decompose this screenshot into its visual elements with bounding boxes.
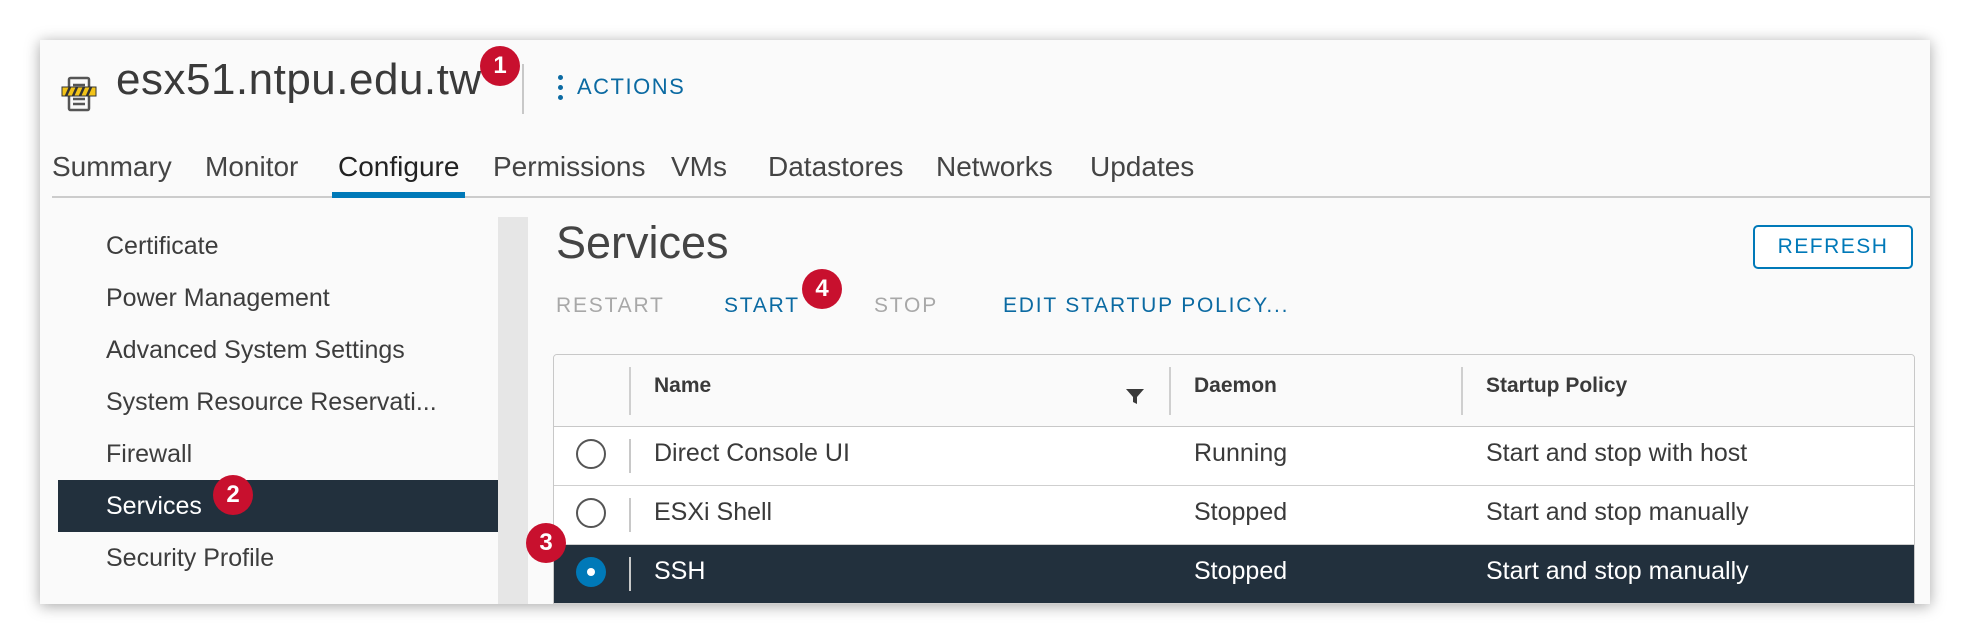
configure-sidebar: Certificate Power Management Advanced Sy…: [58, 220, 498, 584]
column-resize-handle[interactable]: [1461, 367, 1463, 415]
tab-permissions[interactable]: Permissions: [493, 148, 645, 196]
row-divider: [629, 498, 631, 532]
restart-button[interactable]: RESTART: [556, 294, 665, 318]
table-row[interactable]: ESXi Shell Stopped Start and stop manual…: [554, 486, 1914, 545]
filter-icon[interactable]: [1124, 385, 1146, 407]
service-name: SSH: [654, 557, 706, 585]
tab-datastores[interactable]: Datastores: [768, 148, 903, 196]
page-title: Services: [556, 217, 729, 268]
sidebar-item-power-management[interactable]: Power Management: [58, 272, 498, 324]
tab-networks[interactable]: Networks: [936, 148, 1053, 196]
service-startup-policy: Start and stop manually: [1486, 557, 1749, 585]
service-startup-policy: Start and stop manually: [1486, 498, 1749, 526]
tab-monitor[interactable]: Monitor: [205, 148, 298, 196]
table-row[interactable]: Direct Console UI Running Start and stop…: [554, 427, 1914, 486]
service-name: Direct Console UI: [654, 439, 850, 467]
row-divider: [629, 557, 631, 591]
stop-button[interactable]: STOP: [874, 294, 938, 318]
actions-label: ACTIONS: [577, 74, 686, 99]
edit-startup-policy-button[interactable]: EDIT STARTUP POLICY...: [1003, 294, 1289, 318]
service-startup-policy: Start and stop with host: [1486, 439, 1748, 467]
tab-vms[interactable]: VMs: [671, 148, 727, 196]
column-header-name[interactable]: Name: [654, 355, 711, 426]
sidebar-item-advanced-system-settings[interactable]: Advanced System Settings: [58, 324, 498, 376]
row-radio-button[interactable]: [576, 498, 606, 528]
service-daemon-status: Stopped: [1194, 498, 1288, 526]
sidebar-scrollbar[interactable]: [498, 217, 528, 604]
callout-badge-4: 4: [802, 269, 842, 309]
callout-badge-3: 3: [526, 523, 566, 563]
callout-badge-2: 2: [213, 475, 253, 515]
kebab-menu-icon: [558, 74, 563, 100]
column-header-startup-policy[interactable]: Startup Policy: [1486, 355, 1627, 426]
row-radio-button[interactable]: [576, 439, 606, 469]
column-header-daemon[interactable]: Daemon: [1194, 355, 1277, 426]
actions-button[interactable]: ACTIONS: [558, 74, 685, 100]
callout-badge-1: 1: [480, 46, 520, 86]
tab-summary[interactable]: Summary: [52, 148, 172, 196]
start-button[interactable]: START: [724, 294, 800, 318]
sidebar-item-services[interactable]: Services: [58, 480, 498, 532]
table-header: Name Daemon Startup Policy: [554, 355, 1914, 427]
sidebar-item-certificate[interactable]: Certificate: [58, 220, 498, 272]
tab-updates[interactable]: Updates: [1090, 148, 1194, 196]
column-resize-handle[interactable]: [1169, 367, 1171, 415]
column-divider: [629, 367, 631, 415]
host-warning-icon: [60, 75, 98, 113]
service-name: ESXi Shell: [654, 498, 773, 526]
header-divider: [522, 64, 524, 114]
host-name-title: esx51.ntpu.edu.tw: [116, 55, 482, 104]
sidebar-item-security-profile[interactable]: Security Profile: [58, 532, 498, 584]
tab-bar: Summary Monitor Configure Permissions VM…: [52, 148, 1930, 198]
services-table: Name Daemon Startup Policy Direct Consol…: [553, 354, 1915, 604]
sidebar-item-firewall[interactable]: Firewall: [58, 428, 498, 480]
service-daemon-status: Stopped: [1194, 557, 1288, 585]
tab-configure[interactable]: Configure: [331, 148, 466, 198]
service-daemon-status: Running: [1194, 439, 1288, 467]
row-radio-button-checked[interactable]: [576, 557, 606, 587]
table-row-selected[interactable]: SSH Stopped Start and stop manually: [554, 545, 1914, 604]
sidebar-item-system-resource-reservation[interactable]: System Resource Reservati...: [58, 376, 498, 428]
refresh-button[interactable]: REFRESH: [1753, 225, 1913, 269]
host-configure-panel: esx51.ntpu.edu.tw ACTIONS Summary Monito…: [40, 40, 1930, 604]
row-divider: [629, 439, 631, 473]
